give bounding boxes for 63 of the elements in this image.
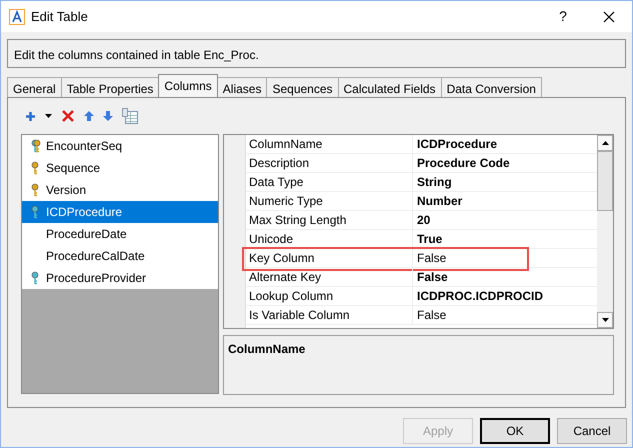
plus-icon: [25, 110, 36, 122]
description-text: Edit the columns contained in table Enc_Proc.: [7, 39, 626, 68]
property-value[interactable]: False: [413, 249, 446, 267]
property-name: Alternate Key: [246, 268, 413, 286]
property-value[interactable]: Procedure Code: [413, 154, 510, 172]
property-row[interactable]: ColumnName ICDProcedure: [246, 135, 597, 154]
property-value[interactable]: Number: [413, 192, 462, 210]
tab[interactable]: Columns: [158, 74, 218, 97]
column-list-item[interactable]: ProcedureProvider: [22, 267, 218, 289]
property-row[interactable]: Description Procedure Code: [246, 154, 597, 173]
tab[interactable]: Table Properties: [60, 77, 160, 97]
property-row[interactable]: Numeric Type Number: [246, 192, 597, 211]
help-button[interactable]: ?: [540, 1, 586, 32]
scrollbar[interactable]: [597, 135, 613, 328]
up-arrow-icon: [84, 111, 94, 121]
window-title: Edit Table: [31, 8, 88, 26]
tab[interactable]: Data Conversion: [440, 77, 542, 97]
delete-icon: [61, 109, 75, 123]
property-name: Numeric Type: [246, 192, 413, 210]
tab[interactable]: General: [7, 77, 62, 97]
property-value[interactable]: True: [413, 230, 442, 248]
column-list-item[interactable]: Sequence: [22, 157, 218, 179]
property-row[interactable]: Key Column False: [246, 249, 597, 268]
key-icon: [31, 205, 41, 219]
caret-icon: [45, 114, 52, 118]
down-arrow-icon: [103, 111, 113, 121]
app-logo-icon: [9, 8, 25, 24]
property-row[interactable]: Is Variable Column False: [246, 306, 597, 325]
property-name: Unicode: [246, 230, 413, 248]
key-icon: [31, 161, 41, 175]
property-row[interactable]: Data Type String: [246, 173, 597, 192]
property-name: Lookup Column: [246, 287, 413, 305]
property-row[interactable]: Alternate Key False: [246, 268, 597, 287]
property-value[interactable]: False: [413, 268, 448, 286]
column-list-item[interactable]: ProcedureDate: [22, 223, 218, 245]
column-list-item[interactable]: EncounterSeq: [22, 135, 218, 157]
property-value[interactable]: ICDPROC.ICDPROCID: [413, 287, 544, 305]
property-name: Description: [246, 154, 413, 172]
column-list-item[interactable]: ICDProcedure: [22, 201, 218, 223]
property-value[interactable]: False: [413, 306, 446, 324]
scroll-up-icon: [602, 141, 608, 145]
property-help-title: ColumnName: [228, 342, 306, 356]
property-name: ColumnName: [246, 135, 413, 153]
dialog-button[interactable]: Cancel: [557, 418, 627, 444]
property-value[interactable]: ICDProcedure: [413, 135, 498, 153]
property-name: Key Column: [246, 249, 413, 267]
property-value[interactable]: 20: [413, 211, 430, 229]
scroll-down-icon: [602, 318, 608, 322]
column-list-item[interactable]: ProcedureCalDate: [22, 245, 218, 267]
close-icon[interactable]: [603, 10, 615, 22]
property-row[interactable]: Lookup Column ICDPROC.ICDPROCID: [246, 287, 597, 306]
key-icon: [31, 183, 41, 197]
key-icon: [31, 139, 41, 153]
dialog-button[interactable]: OK: [480, 418, 550, 444]
table-icon: [122, 108, 138, 124]
column-list-item[interactable]: Version: [22, 179, 218, 201]
property-name: Max String Length: [246, 211, 413, 229]
property-value[interactable]: String: [413, 173, 452, 191]
property-name: Is Variable Column: [246, 306, 413, 324]
key-icon: [31, 271, 41, 285]
tab[interactable]: Sequences: [266, 77, 339, 97]
property-row[interactable]: Max String Length 20: [246, 211, 597, 230]
property-name: Data Type: [246, 173, 413, 191]
